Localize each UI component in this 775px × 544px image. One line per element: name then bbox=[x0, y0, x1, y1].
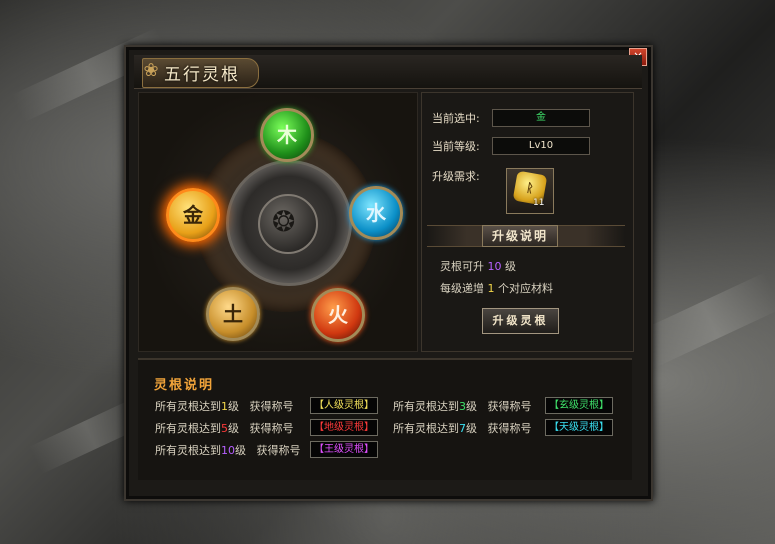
requirement-unit: 级 bbox=[466, 400, 477, 413]
upgrade-material-increment: 每级递增 1 个对应材料 bbox=[440, 280, 553, 296]
spirit-root-requirement-row: 所有灵根达到10级 获得称号 bbox=[155, 442, 301, 458]
level-value: Lv10 bbox=[492, 137, 590, 155]
increment-suffix: 个对应材料 bbox=[498, 282, 553, 295]
upgrade-desc-header: 升级说明 bbox=[482, 225, 558, 247]
requirement-level: 3 bbox=[459, 400, 466, 413]
title-badge: 【玄级灵根】 bbox=[545, 397, 613, 414]
requirement-level: 1 bbox=[221, 400, 228, 413]
requirement-unit: 级 bbox=[228, 400, 239, 413]
requirement-prefix: 所有灵根达到 bbox=[393, 400, 459, 413]
background-streak bbox=[638, 272, 775, 368]
requirement-prefix: 所有灵根达到 bbox=[393, 422, 459, 435]
upgrade-max-num: 10 bbox=[487, 260, 502, 273]
reward-label: 获得称号 bbox=[249, 400, 294, 413]
requirement-level: 10 bbox=[221, 444, 235, 457]
level-label: 当前等级: bbox=[432, 140, 480, 153]
requirement-label: 升级需求: bbox=[432, 170, 480, 183]
upgrade-root-button[interactable]: 升级灵根 bbox=[482, 308, 559, 334]
requirement-prefix: 所有灵根达到 bbox=[155, 444, 221, 457]
item-count: 11 bbox=[533, 198, 545, 208]
requirement-unit: 级 bbox=[228, 422, 239, 435]
spirit-root-requirement-row: 所有灵根达到7级 获得称号 bbox=[393, 420, 532, 436]
metal-element-orb[interactable]: 金 bbox=[166, 188, 220, 242]
spirit-root-title: 灵根说明 bbox=[154, 378, 215, 393]
increment-prefix: 每级递增 bbox=[440, 282, 484, 295]
upgrade-max-level: 灵根可升 10 级 bbox=[440, 258, 516, 274]
requirement-level: 5 bbox=[221, 422, 228, 435]
window-title: 五行灵根 bbox=[164, 65, 240, 85]
fire-element-orb[interactable]: 火 bbox=[311, 288, 365, 342]
selected-value: 金 bbox=[492, 109, 590, 127]
title-badge: 【王级灵根】 bbox=[310, 441, 378, 458]
requirement-unit: 级 bbox=[466, 422, 477, 435]
requirement-prefix: 所有灵根达到 bbox=[155, 422, 221, 435]
spirit-root-requirement-row: 所有灵根达到1级 获得称号 bbox=[155, 398, 294, 414]
spirit-root-requirement-row: 所有灵根达到5级 获得称号 bbox=[155, 420, 294, 436]
selected-label: 当前选中: bbox=[432, 112, 480, 125]
water-element-orb[interactable]: 水 bbox=[349, 186, 403, 240]
upgrade-max-prefix: 灵根可升 bbox=[440, 260, 484, 273]
requirement-level: 7 bbox=[459, 422, 466, 435]
title-badge: 【天级灵根】 bbox=[545, 419, 613, 436]
reward-label: 获得称号 bbox=[256, 444, 301, 457]
spirit-root-requirement-row: 所有灵根达到3级 获得称号 bbox=[393, 398, 532, 414]
requirement-unit: 级 bbox=[235, 444, 246, 457]
lion-head-icon: ❂ bbox=[272, 205, 296, 238]
increment-num: 1 bbox=[487, 282, 495, 295]
upgrade-max-suffix: 级 bbox=[505, 260, 516, 273]
reward-label: 获得称号 bbox=[487, 422, 532, 435]
reward-label: 获得称号 bbox=[487, 400, 532, 413]
wood-element-orb[interactable]: 木 bbox=[260, 108, 314, 162]
title-badge: 【人级灵根】 bbox=[310, 397, 378, 414]
reward-label: 获得称号 bbox=[249, 422, 294, 435]
earth-element-orb[interactable]: 土 bbox=[206, 287, 260, 341]
requirement-prefix: 所有灵根达到 bbox=[155, 400, 221, 413]
dragon-ornament-icon: ❀ bbox=[143, 60, 159, 81]
title-badge: 【地级灵根】 bbox=[310, 419, 378, 436]
